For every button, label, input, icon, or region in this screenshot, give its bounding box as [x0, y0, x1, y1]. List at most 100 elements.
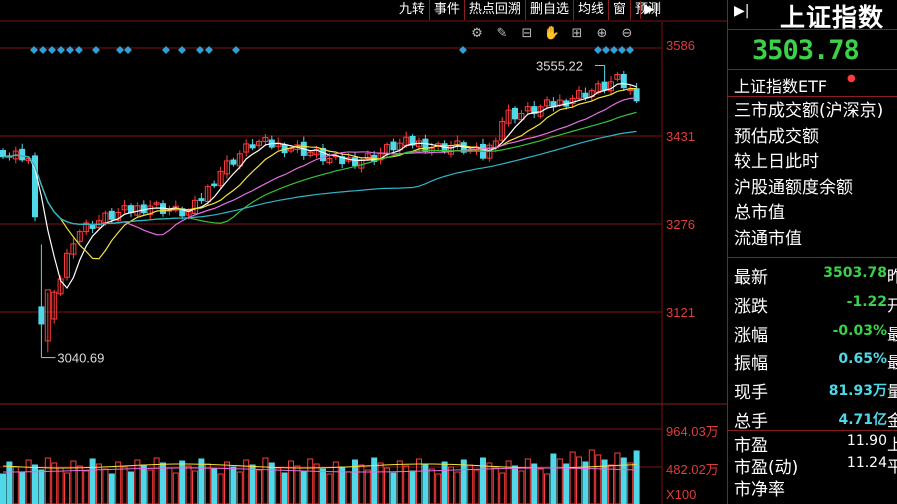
candle-body [128, 205, 134, 214]
volume-bar [166, 467, 173, 504]
panel-toggle-icon[interactable]: ▶| [734, 3, 754, 23]
volume-bar [51, 462, 58, 504]
volume-bar [588, 449, 595, 504]
volume-bar [480, 457, 486, 504]
event-marker-icon [178, 46, 186, 54]
chart-tool-icons: ⚙ ✎ ⊟ ✋ ⊞ ⊕ ⊖ [466, 26, 638, 42]
volume-bar [89, 458, 96, 504]
moving-average-line [2, 97, 637, 236]
stat-extra-label: 开 [887, 295, 897, 315]
candle-body [390, 141, 397, 151]
info-northbound-quota: 沪股通额度余额 [734, 177, 853, 198]
volume-bar [44, 457, 51, 504]
candle-body [211, 183, 218, 187]
volume-bar [172, 472, 179, 504]
toolbar-hotspot-review[interactable]: 热点回溯 [463, 0, 525, 20]
quote-stats: 最新 3503.78 昨涨跌 -1.22 开涨幅 -0.03% 最振幅 0.65% 最现手 81.… [728, 258, 897, 432]
volume-tick-label: 482.02万 [666, 462, 719, 477]
y-tick-label: 3586 [666, 38, 695, 53]
event-marker-icon [66, 46, 74, 54]
price-chart-svg[interactable]: 3555.22 3040.69 [0, 0, 727, 504]
volume-bar [518, 470, 525, 504]
stat-row: 总手 4.71亿金 [728, 402, 897, 432]
volume-bar [179, 460, 186, 504]
lock-icon[interactable]: ⊟ [516, 26, 538, 42]
alert-dot-icon: ● [847, 73, 856, 84]
volume-bar [230, 466, 237, 504]
gear-icon[interactable]: ⚙ [466, 26, 488, 42]
info-total-market-cap: 总市值 [734, 203, 785, 223]
market-info-list: 三市成交额(沪深京) 预估成交额 较上日此时 沪股通额度余额 总市值 流通市值 [728, 97, 897, 258]
collapse-arrow-icon[interactable]: ▶| [640, 1, 662, 19]
info-vs-prev-day: 较上日此时 [734, 152, 819, 172]
current-price: 3503.78 [752, 35, 860, 66]
chart-toolbar: 九转 事件 热点回溯 删自选 均线 窗 预测 [395, 0, 665, 20]
kline-chart-area[interactable]: 3555.22 3040.69 九转 事件 热点回溯 删自选 均线 窗 预测 ▶|… [0, 0, 727, 504]
zoom-out-icon[interactable]: ⊖ [616, 26, 638, 42]
volume-bar [499, 472, 506, 504]
stat-value: 0.65% [838, 351, 887, 368]
stat-label: 涨跌 [734, 296, 768, 317]
valuation-value: 11.90 [846, 433, 887, 449]
grid-icon[interactable]: ⊞ [566, 26, 588, 42]
stat-row: 最新 3503.78 昨 [728, 258, 897, 288]
valuation-row: 市盈 11.90 上 [728, 431, 897, 456]
event-marker-icon [594, 46, 602, 54]
stat-extra-label: 金 [887, 410, 897, 430]
event-marker-icon [48, 46, 56, 54]
event-marker-icon [116, 46, 124, 54]
candle-body [620, 73, 627, 89]
stat-row: 现手 81.93万量 [728, 373, 897, 403]
volume-bar [185, 465, 192, 504]
stat-row: 涨幅 -0.03% 最 [728, 316, 897, 346]
volume-bar [569, 451, 576, 504]
toolbar-window[interactable]: 窗 [607, 0, 630, 20]
volume-bar [371, 457, 378, 504]
volume-bar [460, 459, 467, 504]
zoom-in-icon[interactable]: ⊕ [591, 26, 613, 42]
etf-row[interactable]: 上证指数ETF ● [728, 70, 897, 97]
volume-bar [409, 470, 416, 504]
volume-bar [313, 463, 320, 504]
candle-body [582, 92, 589, 98]
toolbar-moving-average[interactable]: 均线 [572, 0, 608, 20]
quote-panel: ▶| 上证指数 3503.78 上证指数ETF ● 三市成交额(沪深京) 预估成… [727, 0, 897, 504]
low-marker-label: 3040.69 [57, 351, 104, 366]
volume-bar [377, 462, 384, 504]
volume-bar [339, 466, 346, 504]
volume-bar [454, 471, 461, 504]
toolbar-jiuzhuan[interactable]: 九转 [395, 0, 429, 20]
valuation-value: 11.24 [846, 455, 887, 471]
volume-bar [524, 458, 531, 504]
valuation-row: 市净率 [728, 475, 897, 500]
volume-bar [550, 453, 557, 504]
pen-icon[interactable]: ✎ [491, 26, 513, 42]
toolbar-events[interactable]: 事件 [428, 0, 464, 20]
info-float-market-cap: 流通市值 [734, 228, 802, 249]
volume-bar [384, 467, 390, 504]
stat-row: 振幅 0.65% 最 [728, 344, 897, 374]
volume-bar [6, 461, 13, 504]
etf-label[interactable]: 上证指数ETF [734, 73, 827, 97]
volume-bar [160, 462, 166, 504]
volume-bar [473, 469, 480, 504]
event-marker-icon [57, 46, 65, 54]
volume-bar [364, 469, 371, 504]
valuation-stats: 市盈 11.90 上市盈(动) 11.24 平市净率 [728, 431, 897, 501]
stat-value: 81.93万 [828, 383, 887, 400]
volume-bar [0, 473, 6, 504]
stat-value: 3503.78 [823, 265, 887, 281]
volume-bar [544, 473, 550, 504]
toolbar-remove-favorite[interactable]: 删自选 [524, 0, 573, 20]
candle-body [0, 149, 6, 158]
candle-body [19, 148, 26, 161]
y-tick-label: 3431 [666, 129, 695, 144]
event-marker-icon [610, 46, 618, 54]
volume-bar [512, 465, 518, 504]
event-marker-icon [39, 46, 47, 54]
volume-tick-label: 964.03万 [666, 424, 719, 439]
hand-icon[interactable]: ✋ [541, 26, 563, 42]
moving-average-line [2, 82, 637, 290]
volume-bar [307, 458, 314, 504]
candle-body [352, 157, 358, 167]
